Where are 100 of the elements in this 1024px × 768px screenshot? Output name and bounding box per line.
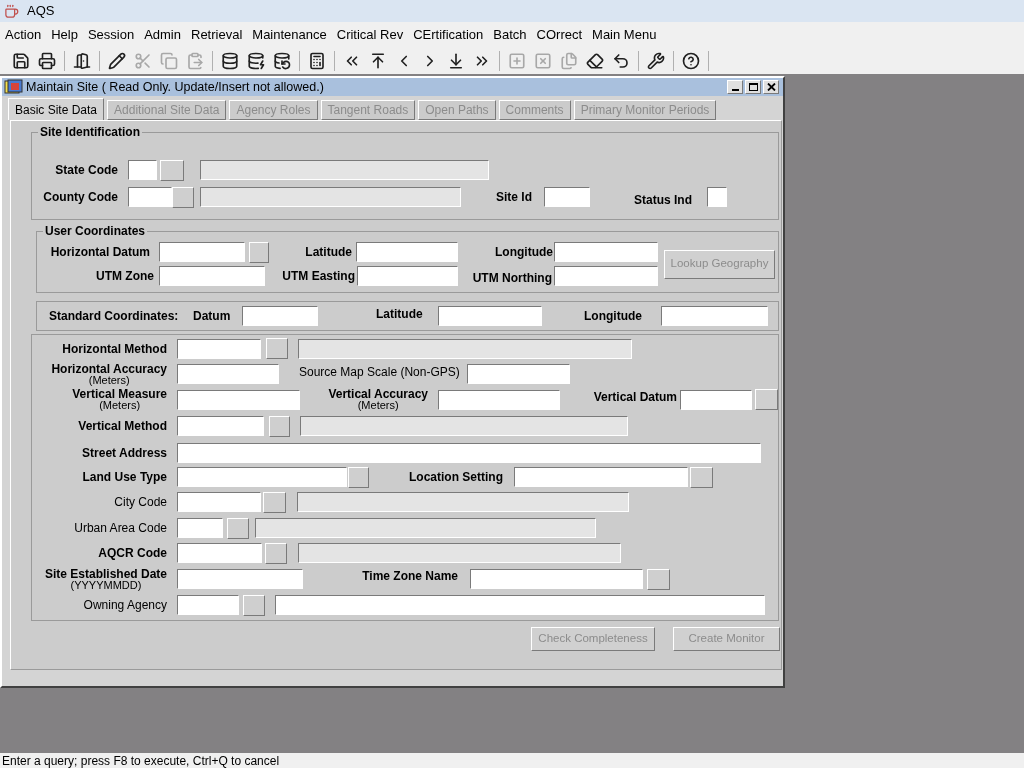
- field-label: County Code: [43, 191, 118, 203]
- text-field[interactable]: [177, 492, 261, 512]
- minimize-button[interactable]: [727, 80, 743, 94]
- text-field[interactable]: [467, 364, 570, 384]
- menu-item[interactable]: Critical Rev: [336, 24, 404, 45]
- field-label: Status Ind: [634, 193, 692, 206]
- field-label: Vertical Method: [78, 420, 167, 432]
- menu-item[interactable]: Maintenance: [252, 24, 327, 45]
- field-label: UTM Easting: [282, 270, 355, 282]
- lookup-button[interactable]: [647, 568, 670, 590]
- text-field[interactable]: [177, 518, 223, 538]
- text-field[interactable]: [177, 338, 261, 359]
- up-to-line-icon: [369, 51, 387, 70]
- database-arrow-icon: [273, 51, 291, 70]
- text-field[interactable]: [177, 364, 279, 384]
- clipboard-icon: [186, 51, 204, 70]
- field-note: (YYYYMMDD): [70, 579, 142, 591]
- lookup-button[interactable]: [172, 186, 194, 208]
- text-field[interactable]: [177, 569, 303, 589]
- door-icon: [73, 51, 91, 70]
- group-title: Site Identification: [39, 124, 141, 141]
- text-field[interactable]: [514, 467, 688, 487]
- menu-item[interactable]: Batch: [493, 24, 527, 45]
- save-icon: [12, 51, 30, 70]
- text-field[interactable]: [242, 306, 318, 326]
- menu-item[interactable]: Admin: [144, 24, 181, 45]
- menu-item[interactable]: CErtification: [413, 24, 484, 45]
- lookup-button[interactable]: [227, 517, 249, 539]
- text-field[interactable]: [177, 442, 761, 463]
- text-field[interactable]: [159, 266, 265, 286]
- text-field[interactable]: [177, 389, 300, 410]
- lookup-button[interactable]: [263, 491, 286, 513]
- copy-icon: [160, 51, 178, 70]
- down-to-line-icon: [447, 51, 465, 70]
- printer-icon: [38, 51, 56, 70]
- coffee-icon: [4, 3, 19, 19]
- field-label: Urban Area Code: [74, 522, 167, 534]
- group-title: User Coordinates: [44, 223, 147, 240]
- menu-item[interactable]: COrrect: [536, 24, 583, 45]
- field-label: Owning Agency: [83, 599, 167, 611]
- scissors-icon: [134, 51, 152, 70]
- field-label: Latitude: [305, 246, 352, 258]
- text-field[interactable]: [554, 242, 658, 262]
- text-field[interactable]: [356, 242, 458, 262]
- menu-item[interactable]: Session: [87, 24, 135, 45]
- lookup-button[interactable]: [690, 466, 713, 488]
- text-field[interactable]: [159, 242, 245, 262]
- text-field[interactable]: [438, 306, 542, 326]
- field-label: Site Established Date: [44, 567, 167, 580]
- lookup-button[interactable]: [348, 466, 369, 488]
- text-field[interactable]: [554, 266, 658, 286]
- form-icon: [4, 79, 24, 95]
- lookup-button[interactable]: [160, 159, 184, 181]
- field-label: Time Zone Name: [362, 570, 458, 582]
- undo-icon: [612, 51, 630, 70]
- field-label: Source Map Scale (Non-GPS): [299, 366, 460, 378]
- lookup-button[interactable]: [265, 542, 287, 564]
- lookup-button[interactable]: [755, 389, 778, 410]
- field-note: (Meters): [99, 400, 141, 411]
- field-note: (Meters): [88, 374, 130, 386]
- text-field[interactable]: [707, 187, 727, 207]
- field-label: Longitude: [584, 310, 642, 322]
- text-field[interactable]: [128, 160, 157, 180]
- field-label: Horizontal Datum: [50, 246, 150, 258]
- status-message: Enter a query; press F8 to execute, Ctrl+Q to cancel: [2, 754, 280, 767]
- lookup-button[interactable]: [249, 241, 269, 263]
- text-field[interactable]: [470, 569, 643, 589]
- database-icon: [221, 51, 239, 70]
- text-field[interactable]: [177, 416, 264, 436]
- text-field[interactable]: [661, 306, 768, 326]
- plus-icon: [508, 51, 526, 70]
- field-label: Horizontal Method: [62, 342, 167, 355]
- text-field[interactable]: [544, 187, 590, 207]
- text-field[interactable]: [438, 389, 560, 410]
- eraser-icon: [586, 51, 604, 70]
- x-icon: [534, 51, 552, 70]
- text-field[interactable]: [177, 467, 347, 487]
- text-field[interactable]: [680, 389, 752, 410]
- text-field[interactable]: [128, 187, 172, 207]
- menu-item[interactable]: Main Menu: [592, 24, 657, 45]
- field-label: Vertical Measure: [72, 388, 167, 400]
- text-field[interactable]: [357, 266, 458, 286]
- window-title: Maintain Site ( Read Only. Update/Insert not allowed.): [26, 78, 325, 96]
- text-field[interactable]: [177, 595, 239, 615]
- wrench-icon: [647, 51, 665, 70]
- field-label: Street Address: [82, 446, 167, 459]
- menu-item[interactable]: Help: [51, 24, 78, 45]
- lookup-button[interactable]: [269, 415, 290, 437]
- field-note: (Meters): [357, 400, 399, 411]
- app-title: AQS: [27, 2, 55, 21]
- text-field[interactable]: [177, 543, 262, 563]
- field-label: Site Id: [496, 191, 532, 203]
- lookup-button[interactable]: [243, 594, 265, 616]
- field-label: UTM Northing: [472, 272, 552, 284]
- menu-item[interactable]: Action: [5, 24, 42, 45]
- close-button[interactable]: [763, 80, 779, 94]
- maximize-button[interactable]: [745, 80, 761, 94]
- lookup-button[interactable]: [266, 338, 288, 359]
- tab[interactable]: Basic Site Data: [8, 98, 105, 120]
- menu-item[interactable]: Retrieval: [191, 24, 243, 45]
